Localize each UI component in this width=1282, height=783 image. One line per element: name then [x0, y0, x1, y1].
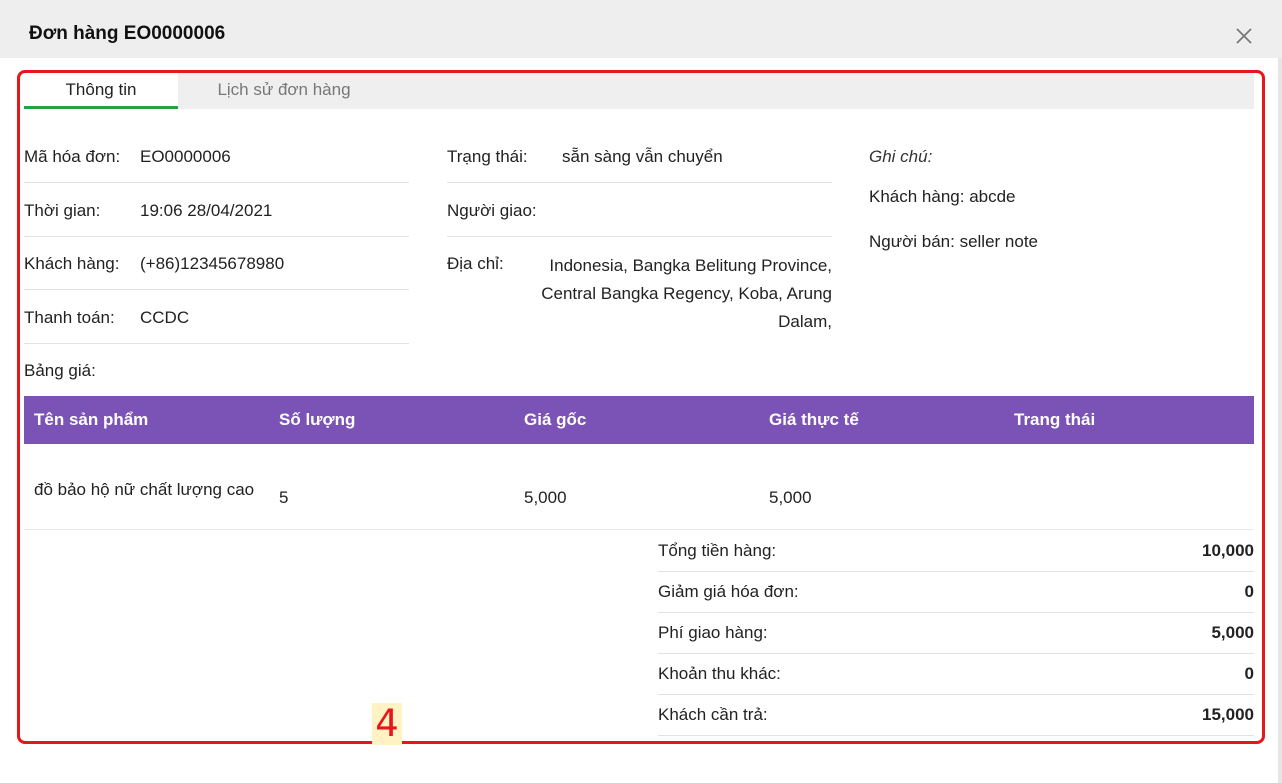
modal-title: Đơn hàng EO0000006: [29, 23, 226, 44]
annotation-step-number: 4: [372, 703, 402, 745]
close-button[interactable]: [1232, 24, 1256, 48]
modal-header: Đơn hàng EO0000006: [0, 0, 1282, 58]
close-icon: [1236, 28, 1252, 44]
annotation-highlight-box: [17, 70, 1265, 744]
scrollbar-track[interactable]: [1278, 58, 1282, 783]
